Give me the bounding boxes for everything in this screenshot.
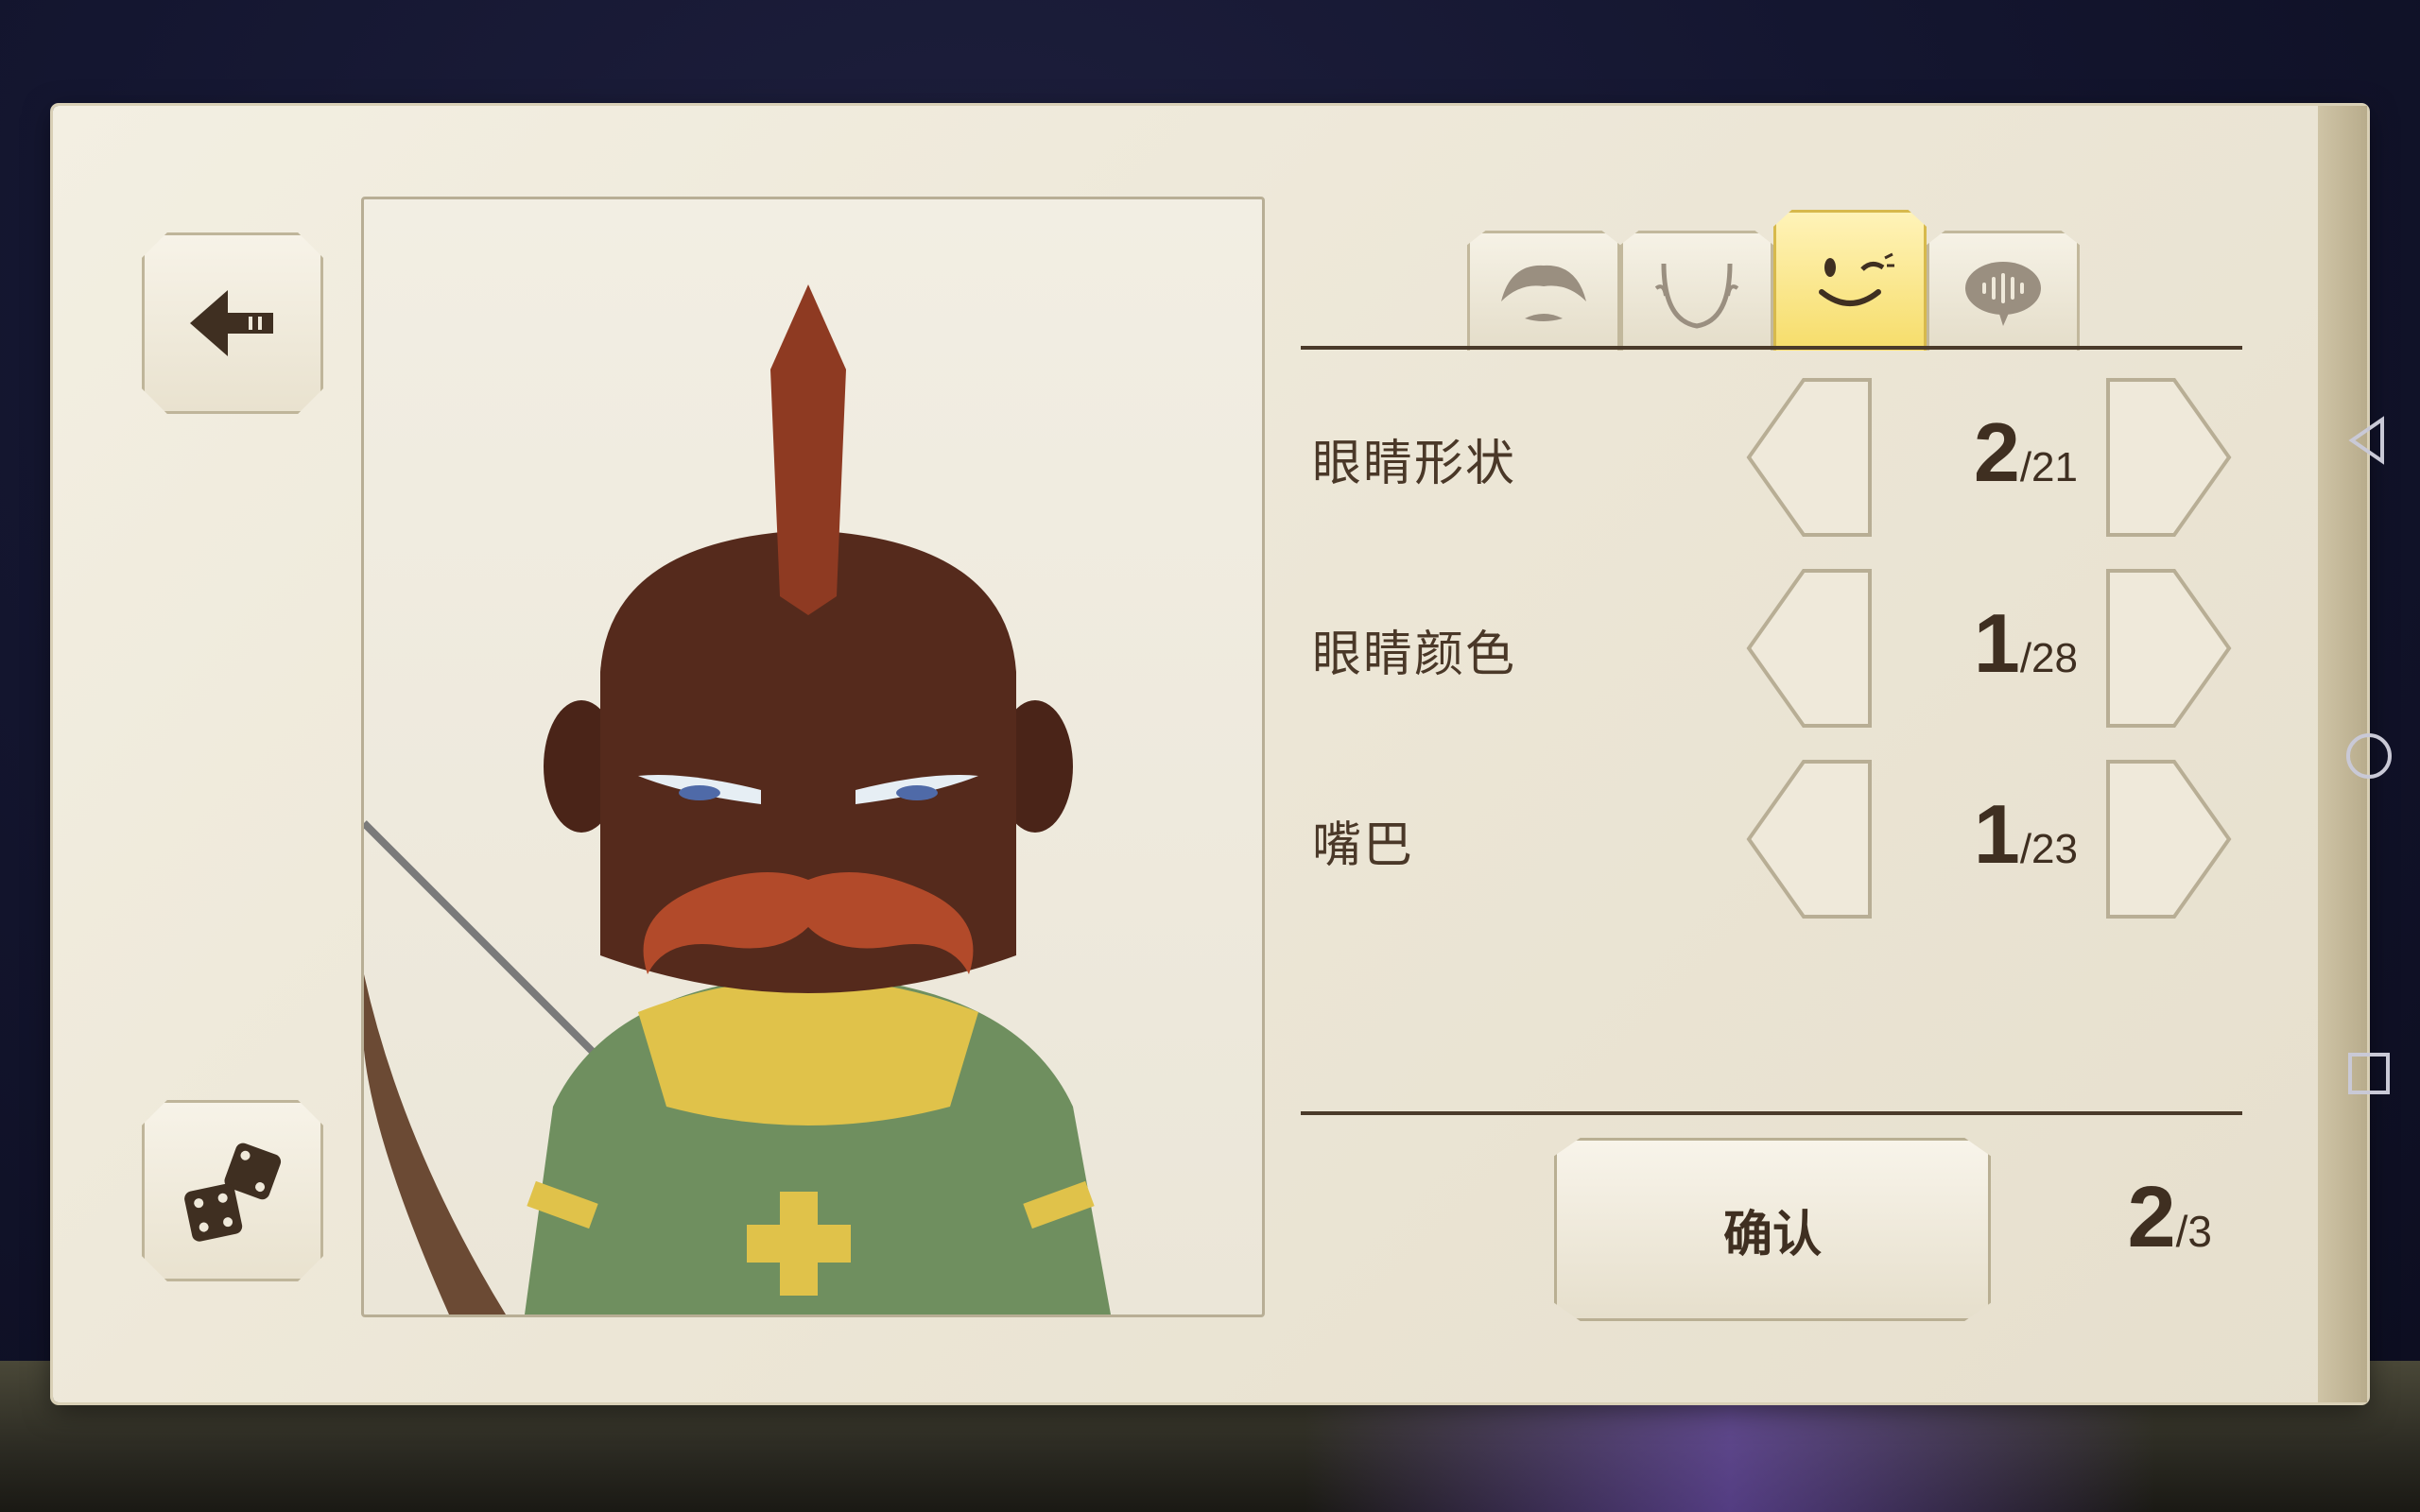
confirm-button[interactable]: 确认 — [1554, 1138, 1991, 1321]
face-shape-icon — [1654, 263, 1739, 329]
tab-voice[interactable] — [1927, 231, 2080, 351]
mouth-total: /23 — [2019, 826, 2078, 872]
right-arrow-icon — [2106, 760, 2232, 919]
nav-back-button[interactable] — [2341, 412, 2397, 472]
wink-face-icon — [1819, 252, 1894, 306]
eye-color-current: 1 — [1973, 596, 2020, 690]
bottom-divider — [1301, 1111, 2242, 1115]
right-arrow-icon — [2106, 569, 2232, 728]
eye-color-next-button[interactable] — [2104, 567, 2233, 730]
eye-shape-current: 2 — [1973, 405, 2020, 499]
eye-color-label: 眼睛颜色 — [1312, 627, 1517, 683]
hair-icon — [1501, 265, 1586, 321]
tab-expression[interactable] — [1773, 210, 1927, 351]
character-model — [364, 284, 1111, 1314]
right-arrow-icon — [2106, 378, 2232, 537]
page-counter: 2/3 — [2080, 1168, 2212, 1267]
back-button[interactable] — [142, 232, 323, 414]
eye-shape-next-button[interactable] — [2104, 376, 2233, 539]
character-preview[interactable] — [361, 197, 1265, 1317]
nav-home-icon — [2346, 733, 2392, 779]
back-arrow-icon — [190, 290, 273, 356]
mouth-counter: 1/23 — [1917, 786, 2078, 883]
nav-recents-icon — [2348, 1053, 2390, 1094]
tabs-underline — [1301, 346, 2242, 350]
nav-back-icon — [2348, 416, 2384, 465]
eye-shape-total: /21 — [2019, 444, 2078, 490]
left-arrow-icon — [1746, 378, 1872, 537]
left-arrow-icon — [1746, 760, 1872, 919]
mouth-next-button[interactable] — [2104, 758, 2233, 920]
eye-color-counter: 1/28 — [1917, 595, 2078, 692]
mouth-prev-button[interactable] — [1745, 758, 1874, 920]
eye-shape-prev-button[interactable] — [1745, 376, 1874, 539]
eye-color-total: /28 — [2019, 635, 2078, 681]
eye-color-prev-button[interactable] — [1745, 567, 1874, 730]
tab-hair[interactable] — [1467, 231, 1620, 351]
eye-shape-counter: 2/21 — [1917, 404, 2078, 501]
eye-shape-label: 眼睛形状 — [1312, 436, 1517, 492]
mouth-label: 嘴巴 — [1312, 817, 1415, 874]
nav-home-button[interactable] — [2341, 728, 2397, 788]
dice-icon — [184, 1143, 282, 1242]
page-total: /3 — [2175, 1207, 2212, 1256]
page-current: 2 — [2127, 1169, 2176, 1265]
mouth-current: 1 — [1973, 787, 2020, 881]
tab-face-shape[interactable] — [1620, 231, 1773, 351]
voice-bubble-icon — [1965, 262, 2041, 326]
left-arrow-icon — [1746, 569, 1872, 728]
randomize-button[interactable] — [142, 1100, 323, 1281]
nav-recents-button[interactable] — [2341, 1045, 2397, 1106]
